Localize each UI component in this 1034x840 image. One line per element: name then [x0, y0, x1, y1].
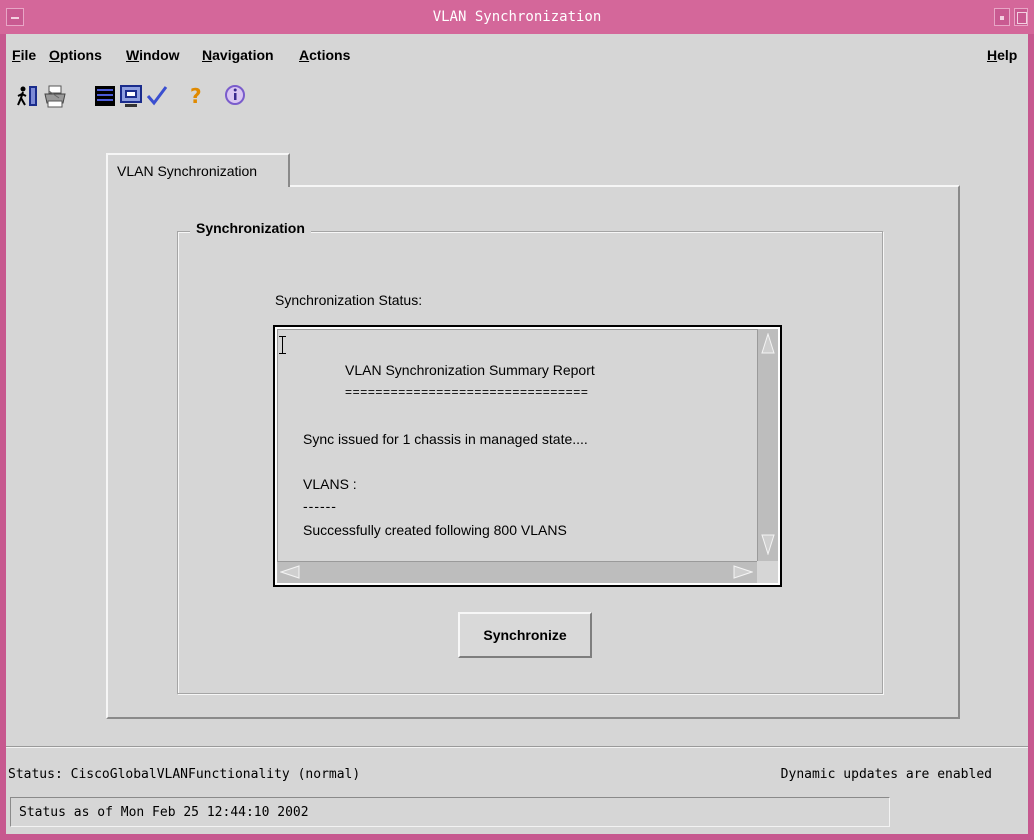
menu-navigation[interactable]: Navigation: [202, 47, 274, 63]
exit-icon[interactable]: [16, 83, 40, 109]
text-cursor: [279, 336, 286, 354]
menu-window[interactable]: Window: [126, 47, 180, 63]
svg-text:?: ?: [190, 84, 202, 108]
report-line: VLAN Synchronization Summary Report: [345, 362, 595, 378]
report-line: Successfully created following 800 VLANS: [303, 522, 567, 538]
vertical-scrollbar[interactable]: [757, 329, 778, 561]
horizontal-scrollbar[interactable]: [277, 561, 757, 583]
report-line: VLANS :: [303, 476, 357, 492]
sync-status-label: Synchronization Status:: [275, 292, 423, 308]
print-icon[interactable]: [43, 83, 67, 109]
scroll-corner: [757, 561, 778, 583]
sync-report-textarea[interactable]: VLAN Synchronization Summary Report ====…: [273, 325, 782, 587]
title-bar[interactable]: VLAN Synchronization: [0, 0, 1034, 34]
dynamic-updates-text: Dynamic updates are enabled: [780, 767, 992, 782]
status-separator: [6, 746, 1028, 748]
report-line: ================================: [345, 385, 589, 399]
scroll-down-icon[interactable]: [761, 533, 775, 555]
menu-help[interactable]: Help: [987, 47, 1017, 63]
info-icon[interactable]: [223, 83, 247, 109]
window-title: VLAN Synchronization: [432, 9, 602, 25]
menu-options[interactable]: Options: [49, 47, 102, 63]
list-icon[interactable]: [93, 83, 117, 109]
tab-joint: [108, 185, 288, 188]
checkmark-icon[interactable]: [145, 83, 169, 109]
scroll-up-icon[interactable]: [761, 333, 775, 355]
report-text[interactable]: VLAN Synchronization Summary Report ====…: [277, 329, 757, 561]
tab-label: VLAN Synchronization: [117, 163, 258, 179]
status-text: Status: CiscoGlobalVLANFunctionality (no…: [8, 767, 361, 782]
synchronize-button[interactable]: Synchronize: [458, 612, 592, 658]
maximize-button[interactable]: [1014, 8, 1028, 26]
status-timestamp-field: Status as of Mon Feb 25 12:44:10 2002: [10, 797, 890, 827]
status-timestamp: Status as of Mon Feb 25 12:44:10 2002: [19, 805, 309, 820]
monitor-icon[interactable]: [119, 83, 143, 109]
report-line: Sync issued for 1 chassis in managed sta…: [303, 431, 588, 447]
group-label: Synchronization: [190, 220, 311, 236]
scroll-left-icon[interactable]: [280, 565, 300, 579]
toolbar: ?: [6, 78, 1028, 120]
minimize-button[interactable]: [994, 8, 1010, 26]
report-line: ------: [303, 498, 337, 514]
tab-vlan-synchronization[interactable]: VLAN Synchronization: [106, 153, 290, 187]
help-icon[interactable]: ?: [184, 83, 208, 109]
menu-actions[interactable]: Actions: [299, 47, 350, 63]
menu-file[interactable]: File: [12, 47, 36, 63]
menu-bar: File Options Window Navigation Actions H…: [6, 34, 1028, 78]
scroll-right-icon[interactable]: [733, 565, 753, 579]
